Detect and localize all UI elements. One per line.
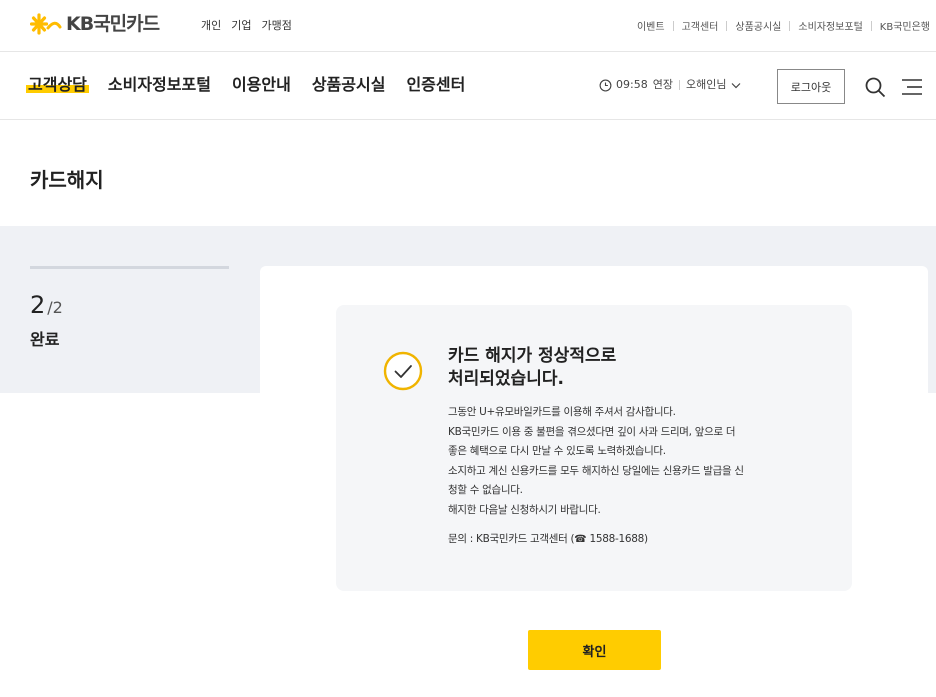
user-name[interactable]: 오해인님 [686, 77, 726, 93]
step-current: 2 [30, 291, 46, 319]
message-line: 해지한 다음날 신청하시기 바랍니다. [448, 503, 601, 516]
step-total: /2 [47, 298, 63, 317]
divider [789, 20, 791, 31]
result-title: 카드 해지가 정상적으로 처리되었습니다. [448, 345, 748, 391]
result-title-line: 처리되었습니다. [448, 369, 564, 389]
phone-icon: ☎ [574, 534, 587, 545]
segment-personal[interactable]: 개인 [201, 17, 221, 33]
link-product-disclosure[interactable]: 상품공시실 [735, 18, 781, 33]
menu-consumer-portal[interactable]: 소비자정보포털 [108, 74, 211, 96]
segment-merchant[interactable]: 가맹점 [262, 17, 292, 33]
link-kb-bank[interactable]: KB국민은행 [880, 18, 930, 33]
message-line: 좋은 혜택으로 다시 만날 수 있도록 노력하겠습니다. [448, 445, 666, 458]
menu-usage-guide[interactable]: 이용안내 [232, 74, 291, 96]
utility-links: 이벤트 고객센터 상품공시실 소비자정보포털 KB국민은행 [637, 18, 930, 33]
kb-star-logo-icon [30, 13, 62, 35]
result-title-line: 카드 해지가 정상적으로 [448, 346, 617, 366]
menu-icon[interactable] [901, 77, 923, 97]
contact-number[interactable]: 1588-1688 [589, 533, 644, 545]
contact-info: 문의 : KB국민카드 고객센터 (☎ 1588-1688) [448, 530, 648, 549]
chevron-down-icon[interactable] [731, 82, 741, 89]
message-line: KB국민카드 이용 중 불편을 겪으셨다면 깊이 사과 드리며, 앞으로 더 [448, 425, 736, 438]
logout-button[interactable]: 로그아웃 [777, 69, 845, 104]
message-line: 소지하고 계신 신용카드를 모두 해지하신 당일에는 신용카드 발급을 신 [448, 464, 744, 477]
link-consumer-portal[interactable]: 소비자정보포털 [798, 18, 862, 33]
session-info: 09:58 연장 오해인님 [599, 77, 741, 93]
main-menu: 고객상담 소비자정보포털 이용안내 상품공시실 인증센터 [26, 74, 465, 96]
divider [678, 80, 680, 90]
segment-business[interactable]: 기업 [231, 17, 251, 33]
step-label: 완료 [30, 330, 60, 349]
link-events[interactable]: 이벤트 [637, 18, 665, 33]
search-icon[interactable] [864, 76, 886, 98]
session-extend-button[interactable]: 연장 [653, 77, 673, 93]
menu-product-disclosure[interactable]: 상품공시실 [312, 74, 386, 96]
progress-bar [30, 266, 229, 269]
contact-prefix: 문의 : KB국민카드 고객센터 ( [448, 533, 575, 545]
divider [870, 20, 872, 31]
message-line: 그동안 U+유모바일카드를 이용해 주셔서 감사합니다. [448, 406, 676, 418]
menu-customer-consult[interactable]: 고객상담 [26, 74, 89, 96]
top-utility-bar: KB국민카드 개인 기업 가맹점 이벤트 고객센터 상품공시실 소비자정보포털 … [0, 0, 936, 52]
main-nav: 고객상담 소비자정보포털 이용안내 상품공시실 인증센터 09:58 연장 오해… [0, 52, 936, 120]
page-title: 카드해지 [30, 168, 104, 192]
contact-suffix: ) [644, 533, 648, 545]
menu-certificate-center[interactable]: 인증센터 [406, 74, 465, 96]
brand-logo[interactable]: KB국민카드 [30, 12, 160, 36]
divider [672, 20, 674, 31]
check-circle-icon [383, 351, 423, 391]
customer-segment-nav: 개인 기업 가맹점 [201, 17, 292, 33]
confirm-button[interactable]: 확인 [528, 630, 661, 670]
result-message: 그동안 U+유모바일카드를 이용해 주셔서 감사합니다. KB국민카드 이용 중… [448, 403, 808, 521]
link-customer-center[interactable]: 고객센터 [682, 18, 719, 33]
divider [726, 20, 728, 31]
step-counter: 2/2 [30, 291, 63, 322]
message-line: 청할 수 없습니다. [448, 484, 523, 497]
session-timer: 09:58 [616, 78, 648, 91]
brand-name: KB국민카드 [66, 13, 160, 35]
clock-icon [599, 79, 612, 91]
